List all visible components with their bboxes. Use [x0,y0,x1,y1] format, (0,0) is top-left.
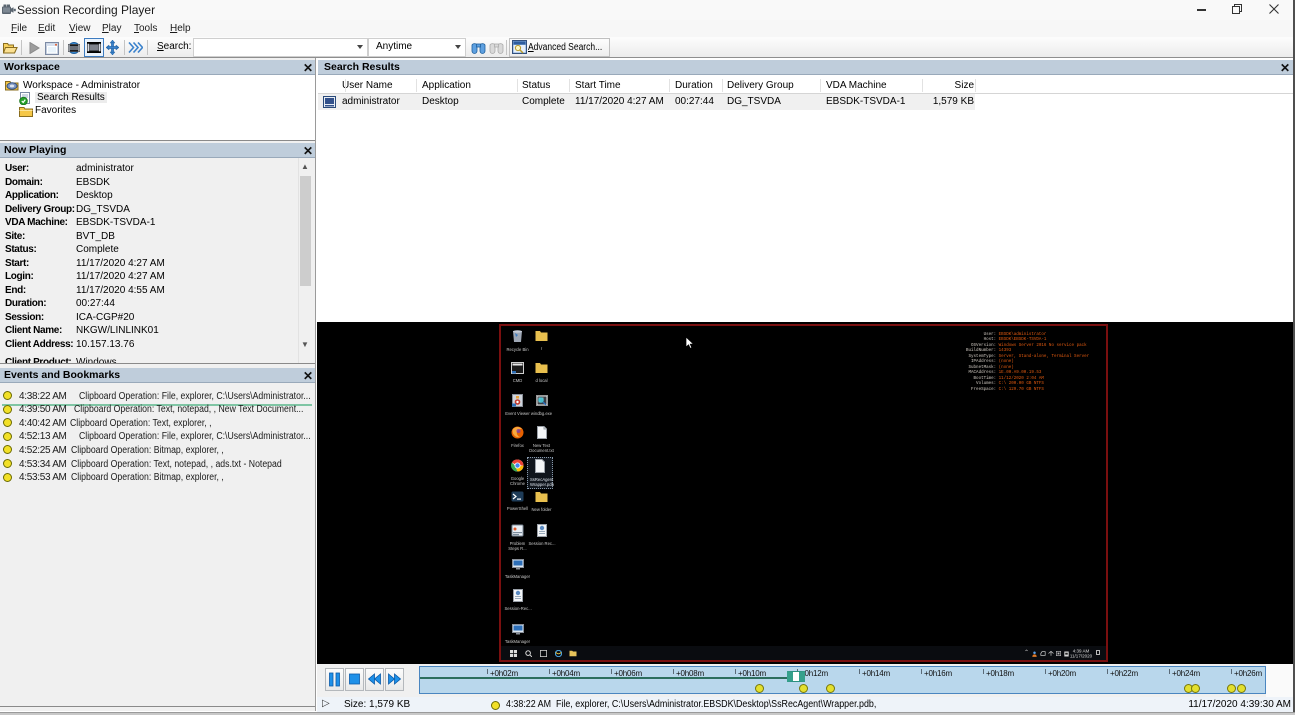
svg-text:11/17/2020: 11/17/2020 [1070,653,1093,658]
svg-text:4:39 AM: 4:39 AM [1073,648,1090,653]
